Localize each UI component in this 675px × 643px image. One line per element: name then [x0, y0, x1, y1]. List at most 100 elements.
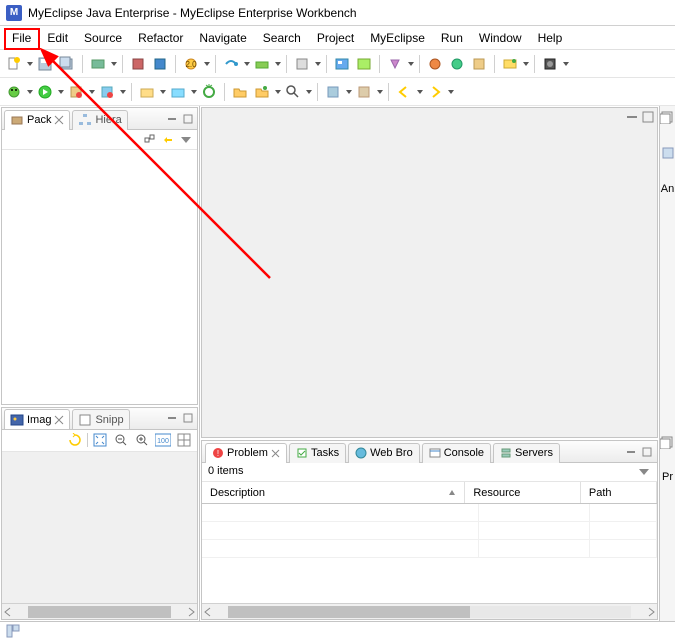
- view-menu-icon[interactable]: [637, 465, 651, 479]
- toolbar-icon[interactable]: [199, 82, 219, 102]
- dropdown-icon[interactable]: [305, 90, 312, 94]
- toolbar-icon[interactable]: [252, 82, 272, 102]
- menu-myeclipse[interactable]: MyEclipse: [362, 29, 433, 47]
- menu-help[interactable]: Help: [530, 29, 571, 47]
- restore-icon[interactable]: [660, 110, 675, 126]
- minimize-icon[interactable]: [625, 110, 639, 124]
- image-preview-body[interactable]: [2, 452, 197, 603]
- dropdown-icon[interactable]: [522, 62, 529, 66]
- toolbar-icon[interactable]: [323, 82, 343, 102]
- close-icon[interactable]: [54, 415, 64, 425]
- toolbar-icon[interactable]: [88, 54, 108, 74]
- tab-hierarchy[interactable]: Hiera: [72, 110, 127, 130]
- close-icon[interactable]: [271, 449, 280, 458]
- maximize-icon[interactable]: [641, 110, 655, 124]
- toolbar-icon[interactable]: [354, 82, 374, 102]
- dropdown-icon[interactable]: [203, 62, 210, 66]
- debug-button[interactable]: [4, 82, 24, 102]
- run-dropdown[interactable]: [57, 90, 64, 94]
- dropdown-icon[interactable]: [345, 90, 352, 94]
- close-icon[interactable]: [54, 115, 64, 125]
- tab-console[interactable]: Console: [422, 443, 491, 463]
- link-editor-icon[interactable]: [161, 133, 175, 147]
- maximize-icon[interactable]: [181, 112, 195, 126]
- toolbar-icon[interactable]: [97, 82, 117, 102]
- dropdown-icon[interactable]: [274, 62, 281, 66]
- package-explorer-body[interactable]: [2, 150, 197, 404]
- toolbar-icon[interactable]: [221, 54, 241, 74]
- tab-snippets[interactable]: Snipp: [72, 409, 129, 429]
- maximize-icon[interactable]: [640, 445, 654, 459]
- toolbar-icon[interactable]: [354, 54, 374, 74]
- tab-servers[interactable]: Servers: [493, 443, 560, 463]
- minimize-icon[interactable]: [165, 411, 179, 425]
- toolbar-icon[interactable]: [128, 54, 148, 74]
- toolbar-icon[interactable]: [292, 54, 312, 74]
- menu-search[interactable]: Search: [255, 29, 309, 47]
- dropdown-icon[interactable]: [243, 62, 250, 66]
- dropdown-icon[interactable]: [562, 62, 569, 66]
- toolbar-icon[interactable]: [66, 82, 86, 102]
- dropdown-icon[interactable]: [159, 90, 166, 94]
- toolbar-icon[interactable]: [425, 54, 445, 74]
- dropdown-icon[interactable]: [314, 62, 321, 66]
- col-description[interactable]: Description: [202, 482, 465, 503]
- dropdown-icon[interactable]: [274, 90, 281, 94]
- save-button[interactable]: [35, 54, 55, 74]
- maximize-icon[interactable]: [181, 411, 195, 425]
- menu-edit[interactable]: Edit: [39, 29, 76, 47]
- toolbar-icon[interactable]: [447, 54, 467, 74]
- back-dropdown[interactable]: [416, 90, 423, 94]
- dropdown-icon[interactable]: [407, 62, 414, 66]
- minimize-icon[interactable]: [624, 445, 638, 459]
- sync-icon[interactable]: [66, 431, 84, 449]
- toolbar-icon[interactable]: [332, 54, 352, 74]
- search-button[interactable]: [283, 82, 303, 102]
- zoom-out-icon[interactable]: [112, 431, 130, 449]
- menu-source[interactable]: Source: [76, 29, 130, 47]
- menu-navigate[interactable]: Navigate: [191, 29, 254, 47]
- toolbar-icon[interactable]: [137, 82, 157, 102]
- menu-file[interactable]: File: [4, 29, 39, 47]
- minimized-view-annotation[interactable]: [661, 146, 675, 163]
- tab-problems[interactable]: ! Problem: [205, 443, 287, 463]
- new-dropdown[interactable]: [26, 62, 33, 66]
- menu-window[interactable]: Window: [471, 29, 530, 47]
- zoom-in-icon[interactable]: [133, 431, 151, 449]
- new-button[interactable]: [4, 54, 24, 74]
- minimize-icon[interactable]: [165, 112, 179, 126]
- problems-table-body[interactable]: [202, 504, 657, 603]
- tab-tasks[interactable]: Tasks: [289, 443, 346, 463]
- image-hscroll[interactable]: [2, 603, 197, 619]
- zoom-fit-icon[interactable]: [91, 431, 109, 449]
- toolbar-icon[interactable]: 2.0: [181, 54, 201, 74]
- dropdown-icon[interactable]: [190, 90, 197, 94]
- toolbar-icon[interactable]: [469, 54, 489, 74]
- view-menu-icon[interactable]: [179, 133, 193, 147]
- zoom-100-icon[interactable]: 100: [154, 431, 172, 449]
- run-button[interactable]: [35, 82, 55, 102]
- debug-dropdown[interactable]: [26, 90, 33, 94]
- editor-area[interactable]: [201, 107, 658, 438]
- perspective-icon[interactable]: [6, 624, 20, 641]
- dropdown-icon[interactable]: [88, 90, 95, 94]
- tab-image-preview[interactable]: Imag: [4, 409, 70, 429]
- back-button[interactable]: [394, 82, 414, 102]
- forward-dropdown[interactable]: [447, 90, 454, 94]
- dropdown-icon[interactable]: [376, 90, 383, 94]
- open-type-button[interactable]: [230, 82, 250, 102]
- collapse-all-icon[interactable]: [143, 133, 157, 147]
- tab-web-browser[interactable]: Web Bro: [348, 443, 420, 463]
- menu-refactor[interactable]: Refactor: [130, 29, 191, 47]
- dropdown-icon[interactable]: [110, 62, 117, 66]
- col-resource[interactable]: Resource: [465, 482, 581, 503]
- toolbar-icon[interactable]: [500, 54, 520, 74]
- toolbar-icon[interactable]: [385, 54, 405, 74]
- toolbar-icon[interactable]: [252, 54, 272, 74]
- save-all-button[interactable]: [57, 54, 77, 74]
- forward-button[interactable]: [425, 82, 445, 102]
- grid-icon[interactable]: [175, 431, 193, 449]
- col-path[interactable]: Path: [581, 482, 657, 503]
- restore-icon[interactable]: [660, 435, 675, 451]
- tab-package-explorer[interactable]: Pack: [4, 110, 70, 130]
